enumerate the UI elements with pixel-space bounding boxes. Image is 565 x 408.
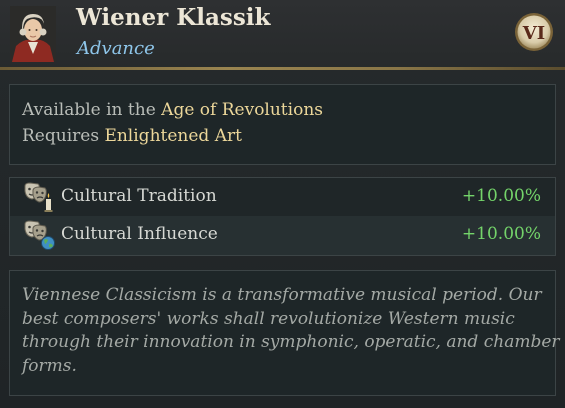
era-badge-numeral: VI [522,23,545,44]
flavor-text-line: best composers' works shall revolutioniz… [22,308,515,329]
requirements-panel: Available in the Age of Revolutions Requ… [9,84,556,165]
tooltip-header: Wiener Klassik Advance VI [0,0,565,68]
era-badge-icon: VI [514,12,554,52]
modifier-row-cultural-influence: Cultural Influence +10.00% [10,216,555,255]
availability-line: Available in the Age of Revolutions [22,100,323,120]
flavor-text-line: through their innovation in symphonic, o… [22,332,560,352]
composer-portrait-icon [10,6,56,62]
modifiers-panel: Cultural Tradition +10.00% Cultural Infl… [9,177,556,256]
modifier-value: +10.00% [461,224,541,244]
description-panel: Viennese Classicism is a transformative … [9,270,560,396]
advance-title: Wiener Klassik [76,4,271,31]
required-advance-link[interactable]: Enlightened Art [104,126,242,146]
modifier-value: +10.00% [461,186,541,206]
flavor-text-line: forms. [22,355,77,376]
flavor-text: Viennese Classicism is a transformative … [22,284,560,378]
age-link[interactable]: Age of Revolutions [161,100,323,120]
flavor-text-line: Viennese Classicism is a transformative … [22,285,542,305]
modifier-row-cultural-tradition: Cultural Tradition +10.00% [10,178,555,216]
theater-masks-candle-icon [22,181,56,213]
requirement-line: Requires Enlightened Art [22,126,242,146]
advance-tooltip: Wiener Klassik Advance VI Available in t… [0,0,565,408]
requires-prefix: Requires [22,126,100,146]
header-divider [0,67,565,70]
advance-type-label: Advance [77,38,155,59]
theater-masks-globe-icon [22,219,56,251]
modifier-label: Cultural Tradition [61,186,217,206]
availability-prefix: Available in the [22,100,156,120]
modifier-label: Cultural Influence [61,224,218,244]
